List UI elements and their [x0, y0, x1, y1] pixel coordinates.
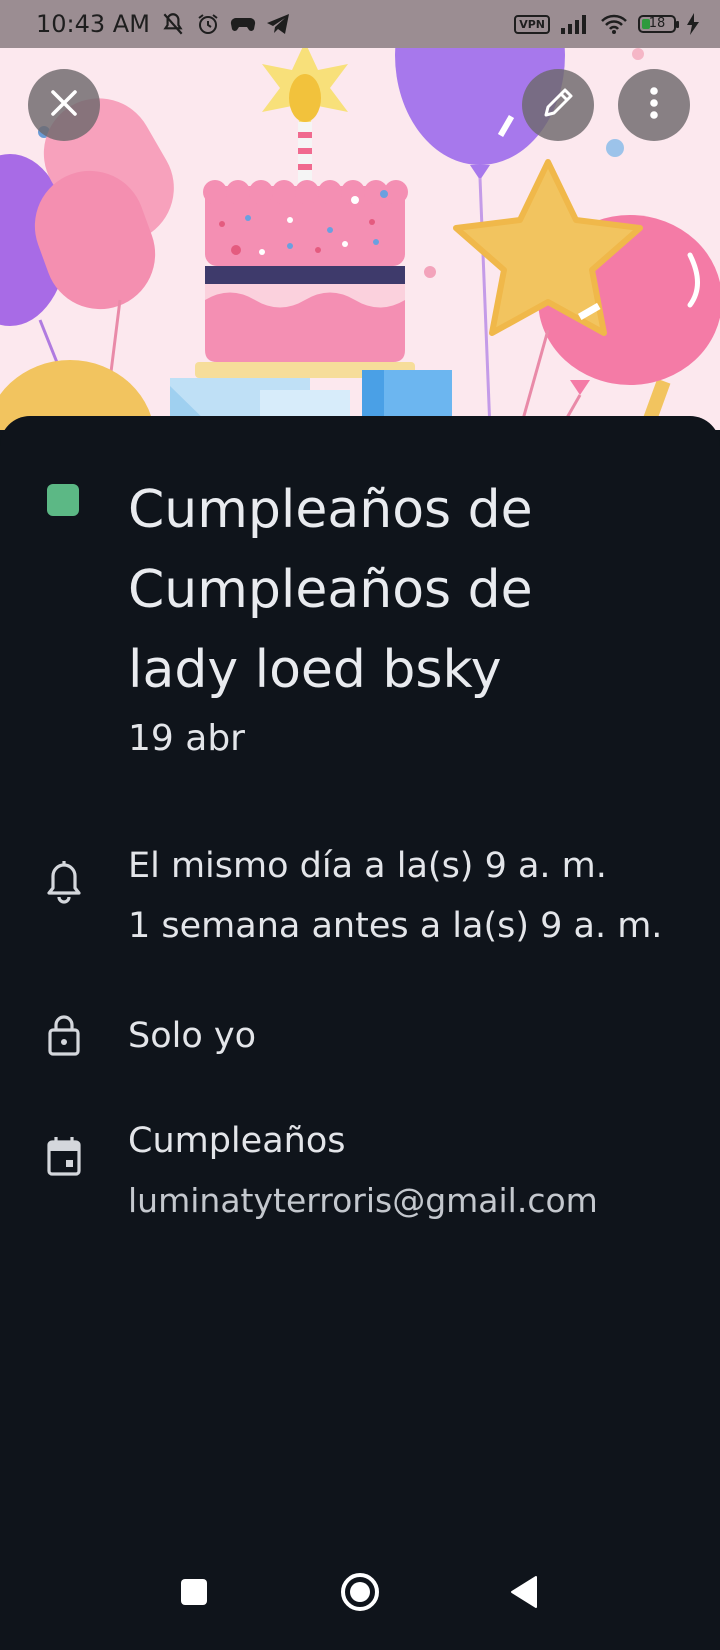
calendar-icon: [44, 1134, 84, 1182]
lock-icon: [44, 1012, 84, 1062]
event-title-line: lady loed bsky: [128, 640, 502, 700]
close-button[interactable]: [28, 69, 100, 141]
birthday-cake-illustration: [0, 0, 720, 430]
bell-icon: [44, 860, 84, 908]
event-title-line: Cumpleaños de: [128, 480, 533, 540]
home-button[interactable]: [328, 1562, 392, 1626]
back-button[interactable]: [492, 1562, 556, 1626]
recents-button[interactable]: [162, 1562, 226, 1626]
edit-button[interactable]: [522, 69, 594, 141]
event-title: Cumpleaños de Cumpleaños de lady loed bs…: [128, 470, 688, 710]
visibility-label: Solo yo: [128, 1016, 257, 1056]
recents-square-icon: [179, 1577, 209, 1611]
battery-level: 18: [648, 16, 666, 31]
game-controller-icon: [230, 13, 256, 35]
more-options-button[interactable]: [618, 69, 690, 141]
back-triangle-icon: [509, 1575, 539, 1613]
signal-icon: [560, 14, 590, 34]
event-date: 19 abr: [128, 718, 245, 759]
calendar-account: luminatyterroris@gmail.com: [128, 1181, 598, 1220]
status-bar: 10:43 AM VPN 18: [0, 0, 720, 48]
telegram-icon: [266, 13, 290, 35]
home-circle-icon: [339, 1571, 381, 1617]
reminder-item[interactable]: 1 semana antes a la(s) 9 a. m.: [128, 906, 662, 946]
pencil-icon: [540, 85, 576, 125]
navigation-bar: [0, 1540, 720, 1650]
more-vert-icon: [649, 86, 659, 124]
battery-icon: 18: [638, 15, 679, 33]
event-color-indicator: [47, 484, 79, 516]
wifi-icon: [600, 13, 628, 35]
vpn-icon: VPN: [514, 14, 550, 34]
charging-icon: [686, 13, 700, 35]
alarm-icon: [196, 12, 220, 36]
reminder-item[interactable]: El mismo día a la(s) 9 a. m.: [128, 846, 607, 886]
event-title-line: Cumpleaños de: [128, 560, 533, 620]
notifications-off-icon: [160, 11, 186, 37]
calendar-name: Cumpleaños: [128, 1121, 346, 1161]
close-icon: [49, 88, 79, 122]
header-illustration: [0, 0, 720, 430]
status-time: 10:43 AM: [36, 10, 150, 38]
